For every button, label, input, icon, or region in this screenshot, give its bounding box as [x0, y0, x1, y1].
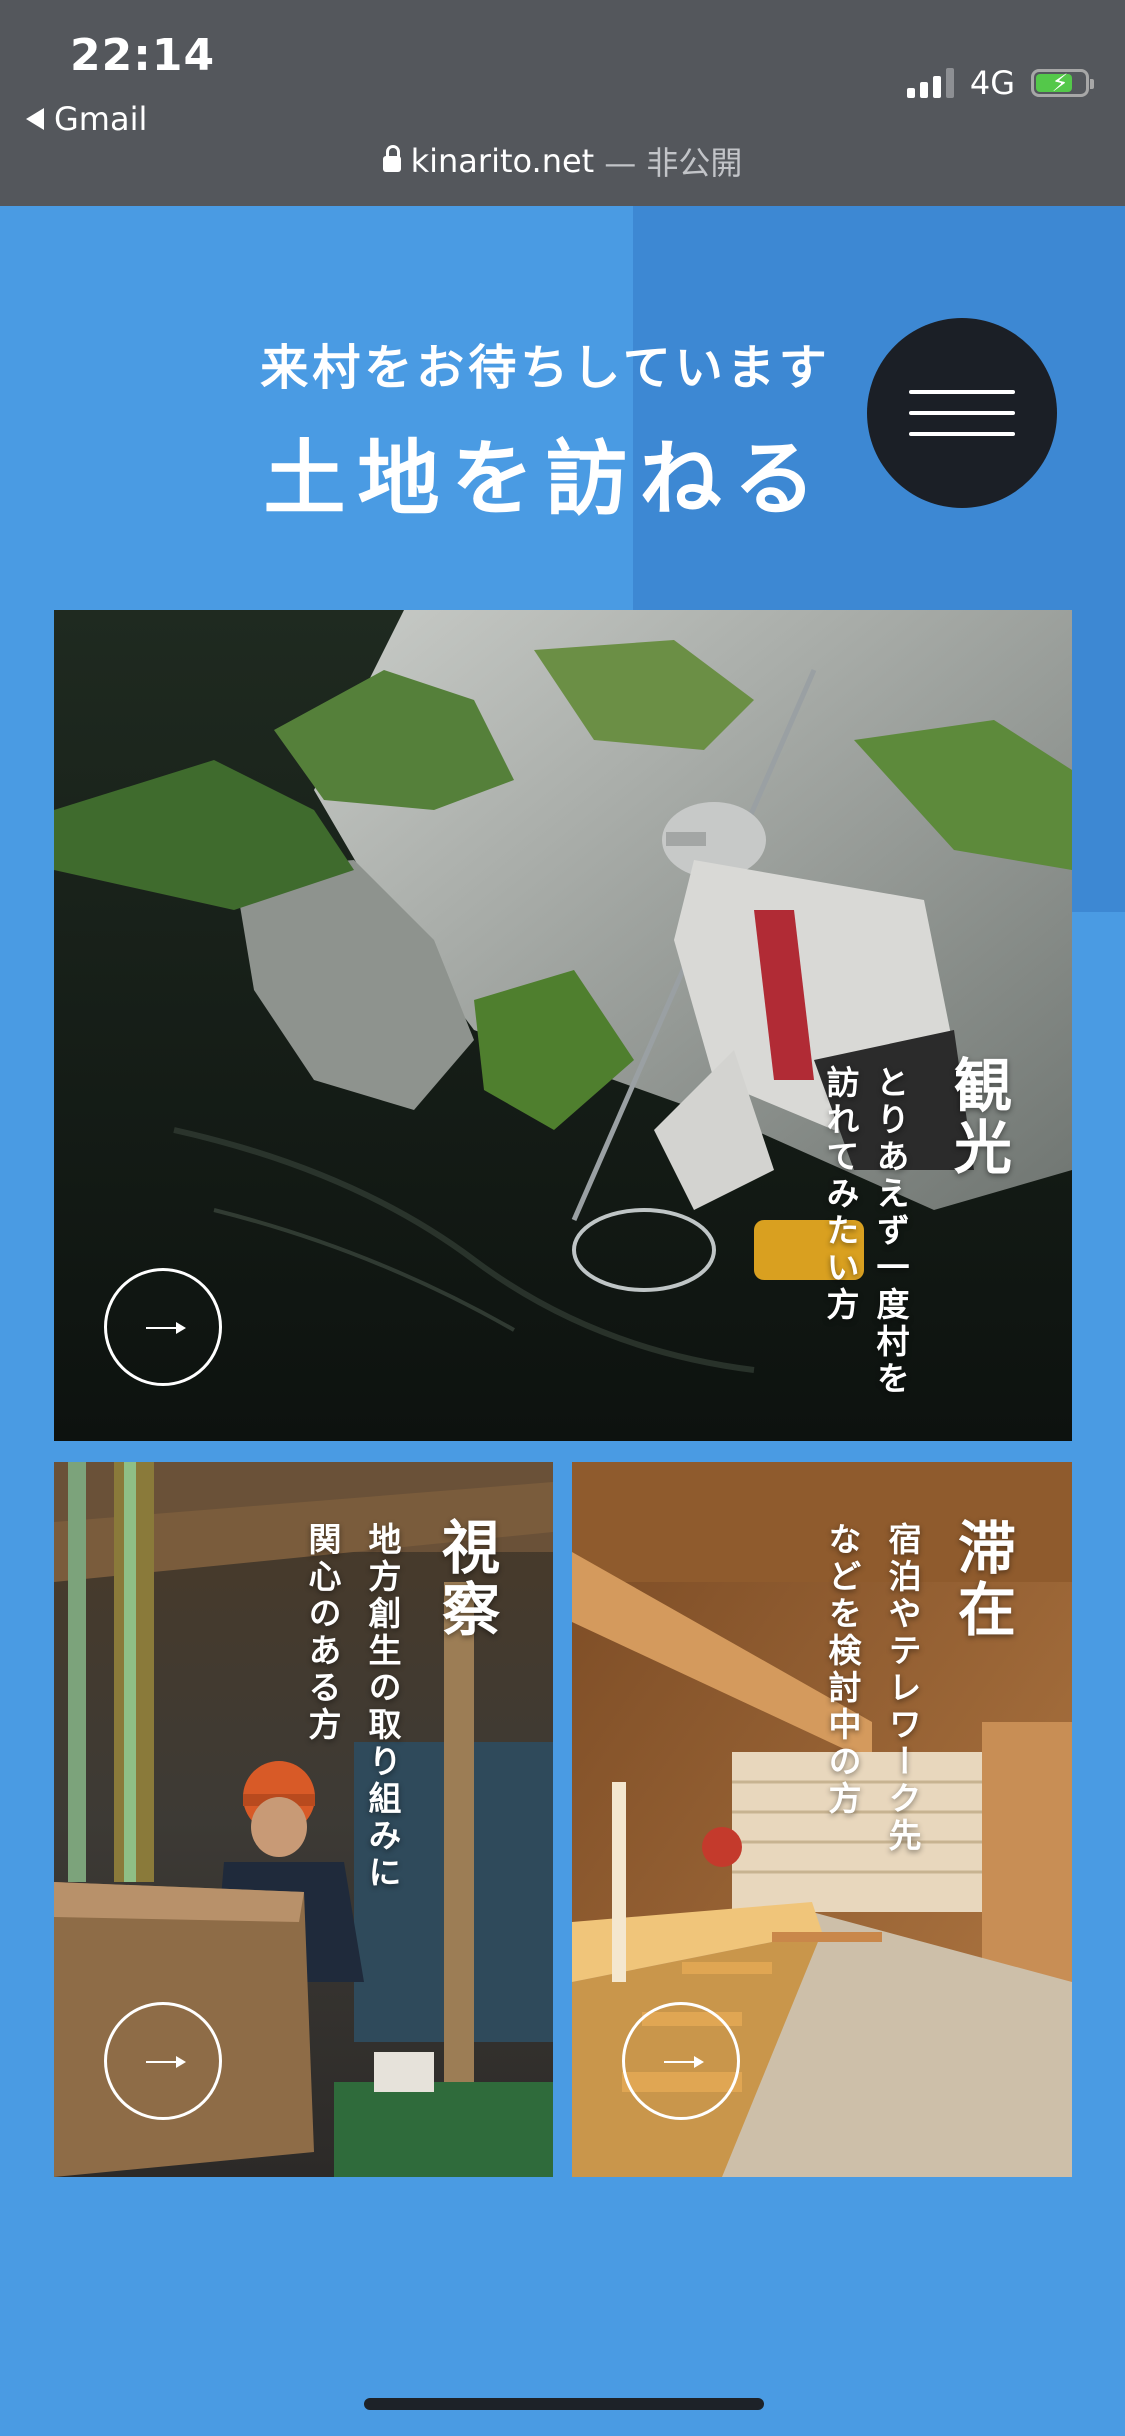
card-title: 滞在: [948, 1517, 1016, 1641]
address-bar[interactable]: kinarito.net — 非公開: [0, 138, 1125, 184]
browser-chrome: 22:14 Gmail 4G ⚡ kinarito.net — 非公開: [0, 0, 1125, 206]
card-title: 観光: [944, 1055, 1012, 1179]
arrow-right-icon[interactable]: [104, 1268, 222, 1386]
battery-icon: ⚡: [1031, 69, 1094, 97]
card-description-line1: 宿泊やテレワーク先: [883, 1522, 922, 1855]
card-stay[interactable]: 滞在 宿泊やテレワーク先 などを検討中の方: [572, 1462, 1072, 2177]
url-domain: kinarito.net: [410, 142, 595, 180]
arrow-right-icon[interactable]: [104, 2002, 222, 2120]
card-description-line2: 訪れてみたい方: [821, 1065, 860, 1324]
card-inspection[interactable]: 視察 地方創生の取り組みに 関心のある方: [54, 1462, 553, 2177]
charging-bolt-icon: ⚡: [1051, 69, 1069, 97]
card-description-line2: などを検討中の方: [823, 1522, 862, 1818]
network-type: 4G: [969, 64, 1015, 102]
url-privacy-label: — 非公開: [604, 144, 743, 182]
status-time: 22:14: [70, 30, 216, 81]
card-title: 視察: [432, 1517, 500, 1641]
back-app-label: Gmail: [54, 100, 148, 138]
card-description-line1: 地方創生の取り組みに: [363, 1522, 402, 1892]
card-sightseeing[interactable]: 観光 とりあえず一度村を 訪れてみたい方: [54, 610, 1072, 1441]
hamburger-icon-line: [909, 411, 1015, 415]
lock-icon: [382, 145, 401, 172]
home-indicator[interactable]: [364, 2398, 764, 2410]
back-arrow-icon: [26, 108, 44, 130]
signal-strength-icon: [906, 68, 954, 98]
hamburger-icon: [909, 390, 1015, 394]
menu-button[interactable]: [867, 318, 1057, 508]
hamburger-icon-line: [909, 432, 1015, 436]
arrow-right-icon[interactable]: [622, 2002, 740, 2120]
card-description-line2: 関心のある方: [303, 1522, 342, 1744]
status-indicators: 4G ⚡: [906, 64, 1094, 102]
back-to-app-button[interactable]: Gmail: [26, 100, 147, 138]
